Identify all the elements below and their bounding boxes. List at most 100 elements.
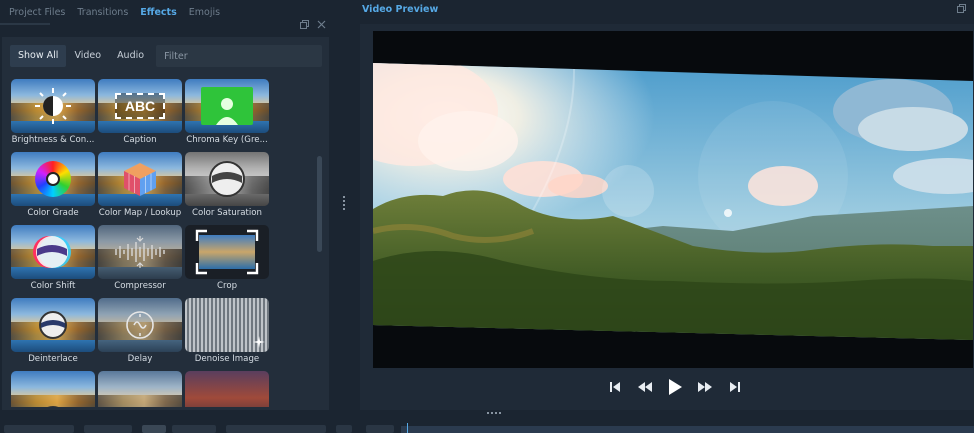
waveform-icon bbox=[98, 225, 182, 279]
effect-label: Denoise Image bbox=[194, 354, 260, 364]
tab-effects[interactable]: Effects bbox=[134, 0, 182, 24]
close-panel-icon[interactable] bbox=[317, 20, 326, 34]
tab-divider bbox=[0, 23, 50, 25]
effect-color-saturation[interactable]: Color Saturation bbox=[185, 152, 269, 222]
effect-thumbnail bbox=[185, 371, 269, 407]
float-panel-icon[interactable] bbox=[300, 20, 309, 34]
video-filter-button[interactable]: Video bbox=[66, 45, 109, 67]
color-cube-icon bbox=[98, 152, 182, 206]
toolbar-button[interactable] bbox=[4, 425, 74, 433]
crop-icon bbox=[185, 225, 269, 279]
preview-frame bbox=[360, 24, 974, 410]
jump-start-button[interactable] bbox=[605, 377, 625, 397]
effect-thumbnail bbox=[98, 371, 182, 407]
video-preview-dock: Video Preview bbox=[360, 0, 974, 410]
rewind-icon bbox=[638, 382, 652, 392]
skip-end-icon bbox=[730, 382, 740, 392]
speaker-icon bbox=[98, 371, 182, 407]
dock-tab-bar: Project Files Transitions Effects Emojis bbox=[0, 0, 332, 24]
timeline-playhead[interactable] bbox=[407, 423, 408, 433]
effect-label: Deinterlace bbox=[28, 354, 78, 364]
effect-thumbnail bbox=[11, 152, 95, 206]
video-canvas[interactable] bbox=[373, 31, 973, 368]
effect-thumbnail bbox=[185, 225, 269, 279]
tab-transitions[interactable]: Transitions bbox=[71, 0, 134, 24]
color-shift-icon bbox=[11, 225, 95, 279]
saturation-icon bbox=[185, 152, 269, 206]
effect-thumbnail bbox=[98, 298, 182, 352]
effect-label: Crop bbox=[216, 281, 238, 291]
jump-end-button[interactable] bbox=[725, 377, 745, 397]
effect-caption[interactable]: ABC Caption bbox=[98, 79, 182, 149]
chroma-key-icon bbox=[185, 79, 269, 133]
effects-scrollbar[interactable] bbox=[317, 156, 322, 252]
audio-filter-button[interactable]: Audio bbox=[109, 45, 152, 67]
toolbar-button[interactable] bbox=[366, 425, 394, 433]
effect-thumbnail bbox=[11, 298, 95, 352]
caption-icon: ABC bbox=[98, 79, 182, 133]
effect-crop[interactable]: Crop bbox=[185, 225, 269, 295]
effect-label: Compressor bbox=[114, 281, 166, 291]
effect-delay[interactable]: Delay bbox=[98, 298, 182, 368]
player-controls bbox=[605, 376, 745, 398]
tab-emojis[interactable]: Emojis bbox=[183, 0, 226, 24]
effect-color-shift[interactable]: Color Shift bbox=[11, 225, 95, 295]
brightness-icon bbox=[11, 79, 95, 133]
video-frame-image bbox=[373, 63, 973, 340]
effect-label: Color Saturation bbox=[192, 208, 262, 218]
toolbar-button[interactable] bbox=[84, 425, 132, 433]
preview-title: Video Preview bbox=[362, 4, 439, 15]
effect-thumbnail bbox=[11, 371, 95, 407]
effect-thumbnail: ABC bbox=[98, 79, 182, 133]
effect-thumbnail bbox=[11, 79, 95, 133]
effect-color-grade[interactable]: Color Grade bbox=[11, 152, 95, 222]
play-icon bbox=[669, 379, 682, 395]
play-button[interactable] bbox=[665, 377, 685, 397]
effect-color-map[interactable]: Color Map / Lookup bbox=[98, 152, 182, 222]
effect-thumbnail bbox=[185, 298, 269, 352]
effect-compressor[interactable]: Compressor bbox=[98, 225, 182, 295]
echo-icon bbox=[185, 371, 269, 407]
deinterlace-icon bbox=[11, 298, 95, 352]
effect-thumbnail bbox=[11, 225, 95, 279]
tab-project-files[interactable]: Project Files bbox=[3, 0, 71, 24]
effect-row5-second[interactable] bbox=[98, 371, 182, 407]
denoise-icon bbox=[185, 298, 269, 352]
effect-row5-third[interactable] bbox=[185, 371, 269, 407]
effect-label: Color Shift bbox=[30, 281, 76, 291]
filter-input[interactable] bbox=[156, 45, 322, 67]
color-wheel-icon bbox=[11, 152, 95, 206]
timeline-ruler[interactable] bbox=[401, 426, 974, 433]
caption-text: ABC bbox=[115, 93, 165, 119]
toolbar-button[interactable] bbox=[142, 425, 166, 433]
effect-row5-first[interactable] bbox=[11, 371, 95, 407]
effect-chroma-key[interactable]: Chroma Key (Gre... bbox=[185, 79, 269, 149]
effect-label: Color Grade bbox=[27, 208, 79, 218]
float-panel-icon[interactable] bbox=[957, 4, 966, 16]
panel-splitter-handle[interactable] bbox=[343, 196, 345, 210]
rewind-button[interactable] bbox=[635, 377, 655, 397]
effect-label: Brightness & Con... bbox=[11, 135, 95, 145]
vertical-resize-grip[interactable] bbox=[487, 412, 501, 414]
effect-thumbnail bbox=[98, 225, 182, 279]
effect-thumbnail bbox=[185, 79, 269, 133]
effects-dock: Project Files Transitions Effects Emojis… bbox=[0, 0, 332, 410]
toolbar-button[interactable] bbox=[226, 425, 326, 433]
toolbar-button[interactable] bbox=[172, 425, 216, 433]
effects-panel: Show All Video Audio Brightness & Con... bbox=[2, 37, 329, 410]
skip-start-icon bbox=[610, 382, 620, 392]
fast-forward-icon bbox=[698, 382, 712, 392]
effect-brightness[interactable]: Brightness & Con... bbox=[11, 79, 95, 149]
effects-grid: Brightness & Con... ABC Caption Chroma K… bbox=[11, 79, 311, 407]
effect-deinterlace[interactable]: Deinterlace bbox=[11, 298, 95, 368]
ball-icon bbox=[11, 371, 95, 407]
toolbar-button[interactable] bbox=[336, 425, 352, 433]
effect-label: Delay bbox=[127, 354, 153, 364]
effect-denoise[interactable]: Denoise Image bbox=[185, 298, 269, 368]
effect-label: Chroma Key (Gre... bbox=[186, 135, 268, 145]
show-all-button[interactable]: Show All bbox=[10, 45, 67, 67]
fast-forward-button[interactable] bbox=[695, 377, 715, 397]
effect-label: Color Map / Lookup bbox=[98, 208, 182, 218]
delay-icon bbox=[98, 298, 182, 352]
filter-toolbar: Show All Video Audio bbox=[10, 45, 322, 67]
